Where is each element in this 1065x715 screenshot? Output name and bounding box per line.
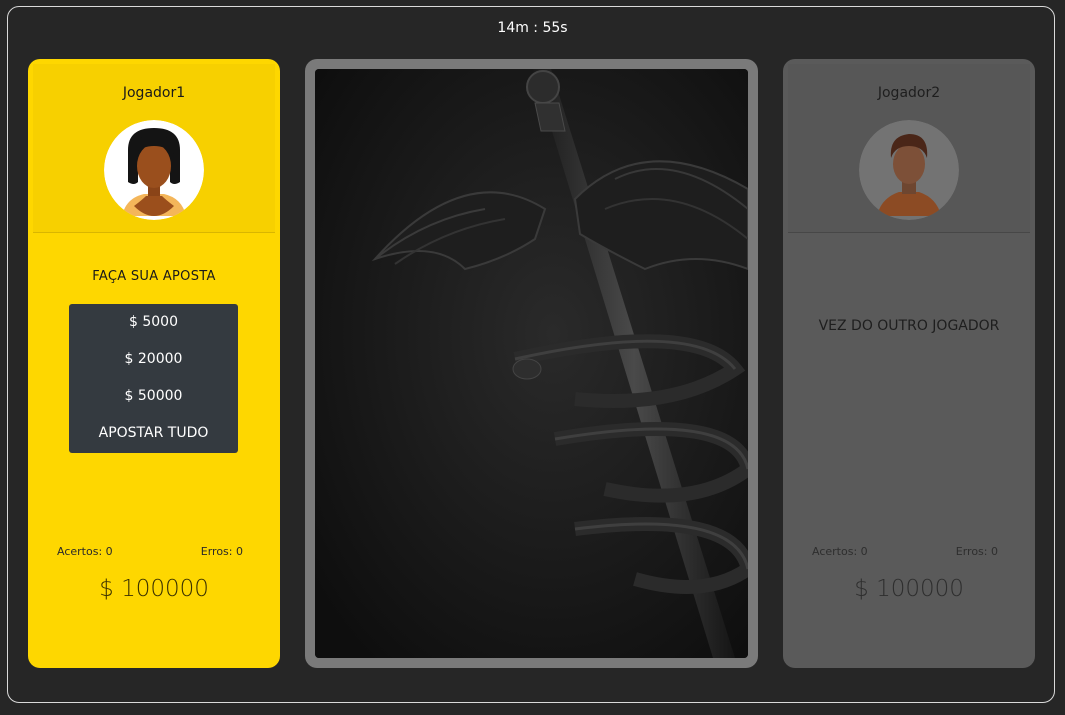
player2-hits: Acertos: 0 bbox=[812, 545, 868, 558]
bet-title: FAÇA SUA APOSTA bbox=[92, 269, 216, 284]
bet-menu: $ 5000 $ 20000 $ 50000 APOSTAR TUDO bbox=[69, 304, 238, 453]
player1-avatar bbox=[104, 120, 204, 220]
bet-all-button[interactable]: APOSTAR TUDO bbox=[69, 415, 238, 452]
bet-20000-button[interactable]: $ 20000 bbox=[69, 341, 238, 378]
question-card[interactable] bbox=[305, 59, 758, 668]
player2-money: $ 100000 bbox=[854, 576, 964, 602]
caduceus-icon bbox=[315, 69, 748, 658]
player2-status: VEZ DO OUTRO JOGADOR bbox=[818, 318, 1000, 334]
player1-hits: Acertos: 0 bbox=[57, 545, 113, 558]
player2-errors: Erros: 0 bbox=[955, 545, 998, 558]
game-timer: 14m : 55s bbox=[497, 20, 568, 36]
player1-errors: Erros: 0 bbox=[200, 545, 243, 558]
player1-panel: Jogador1 FAÇA SUA APOSTA $ 5000 $ 20000 … bbox=[28, 59, 280, 668]
player2-name: Jogador2 bbox=[877, 85, 941, 101]
bet-5000-button[interactable]: $ 5000 bbox=[69, 304, 238, 341]
player2-header: Jogador2 bbox=[788, 64, 1030, 233]
bet-50000-button[interactable]: $ 50000 bbox=[69, 378, 238, 415]
player1-name: Jogador1 bbox=[122, 85, 186, 101]
player1-header: Jogador1 bbox=[33, 64, 275, 233]
player2-avatar bbox=[859, 120, 959, 220]
card-face bbox=[315, 69, 748, 658]
player2-panel: Jogador2 VEZ DO OUTRO JOGADOR Acertos: 0… bbox=[783, 59, 1035, 668]
player1-money: $ 100000 bbox=[99, 576, 209, 602]
